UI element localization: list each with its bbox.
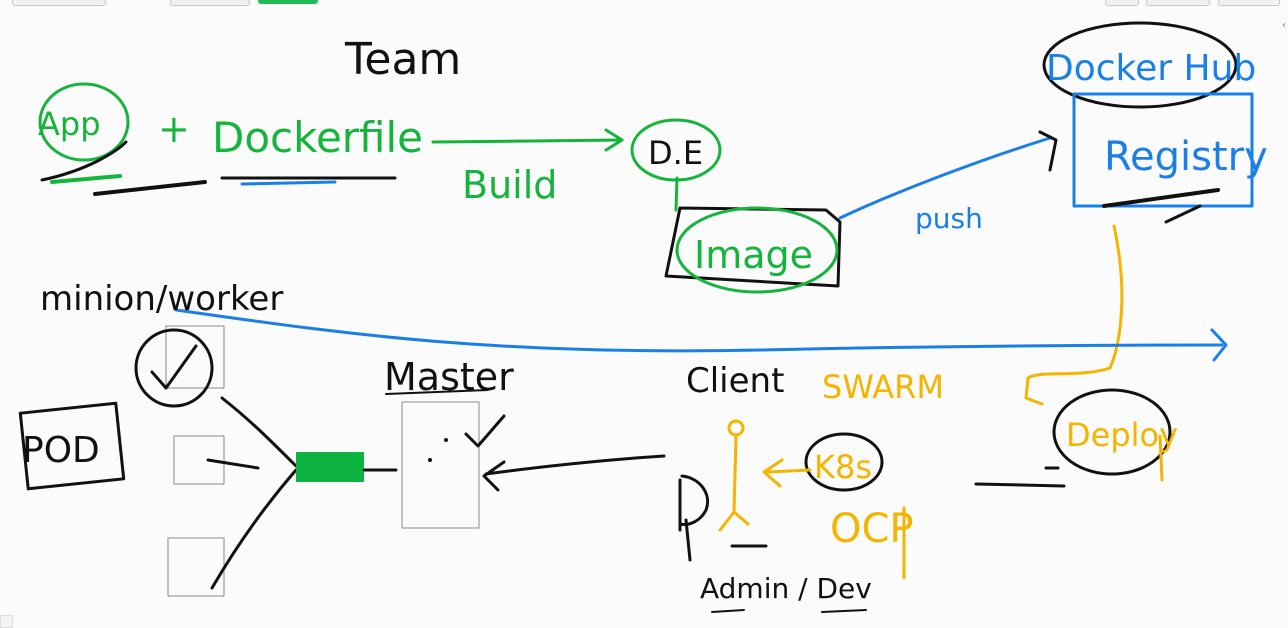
master-check-icon [464,414,506,448]
client-label: Client [686,361,784,401]
de-to-image-line [674,176,679,212]
k8s-arrow [766,468,812,474]
admin-dev-underline [711,609,867,613]
client-to-master-arrow-head [482,460,506,492]
pod-label: POD [22,430,100,471]
master-dot [444,438,448,442]
app-underline [93,180,207,196]
plus-sign: + [158,107,190,151]
build-arrow [431,138,624,144]
check-mark [150,344,198,390]
registry-check-stroke [1164,204,1202,224]
admin-dev-label: Admin / Dev [700,572,872,605]
cluster-boundary-line [174,308,1224,353]
person-body [718,434,750,532]
dockerfile-underline-blue [240,180,337,186]
collapse-icon[interactable]: ‹ [1282,20,1286,31]
app-label: App [38,105,101,143]
person-icon [718,419,750,532]
registry-label: Registry [1104,134,1268,180]
app-underline-green [50,174,122,184]
admin-figure-stem [684,518,692,562]
check-circle-icon [134,328,214,408]
build-label: Build [462,163,557,207]
de-label: D.E [648,134,703,172]
check-circle-ring [134,328,214,408]
node-link-middle [206,458,260,470]
worker-node-box [167,537,225,597]
team-label: Team [344,34,461,85]
swarm-label: SWARM [822,368,944,406]
docker-hub-label: Docker Hub [1046,48,1256,89]
master-box [401,401,480,529]
registry-underline [1102,188,1220,208]
image-label: Image [694,233,813,277]
whiteboard-canvas[interactable]: Team App + Dockerfile Build D.E Image pu… [0,0,1288,628]
push-label: push [915,202,983,235]
deploy-link-line [974,466,1066,488]
node-link-top [220,396,298,468]
node-link-bottom [210,468,298,590]
ocp-label: OCP [830,506,914,552]
admin-figure-stroke [678,474,709,532]
master-dot [428,458,432,462]
k8s-label: K8s [814,448,872,486]
dockerfile-label: Dockerfile [212,113,423,162]
admin-figure-icon [678,474,768,562]
master-link-bar [296,452,364,482]
page-indicator[interactable] [0,615,14,628]
client-to-master-arrow [484,454,666,476]
registry-to-deploy-arrow [1024,224,1124,406]
minion-worker-label: minion/worker [40,279,283,319]
person-head [727,419,745,437]
deploy-stroke [1158,434,1164,482]
